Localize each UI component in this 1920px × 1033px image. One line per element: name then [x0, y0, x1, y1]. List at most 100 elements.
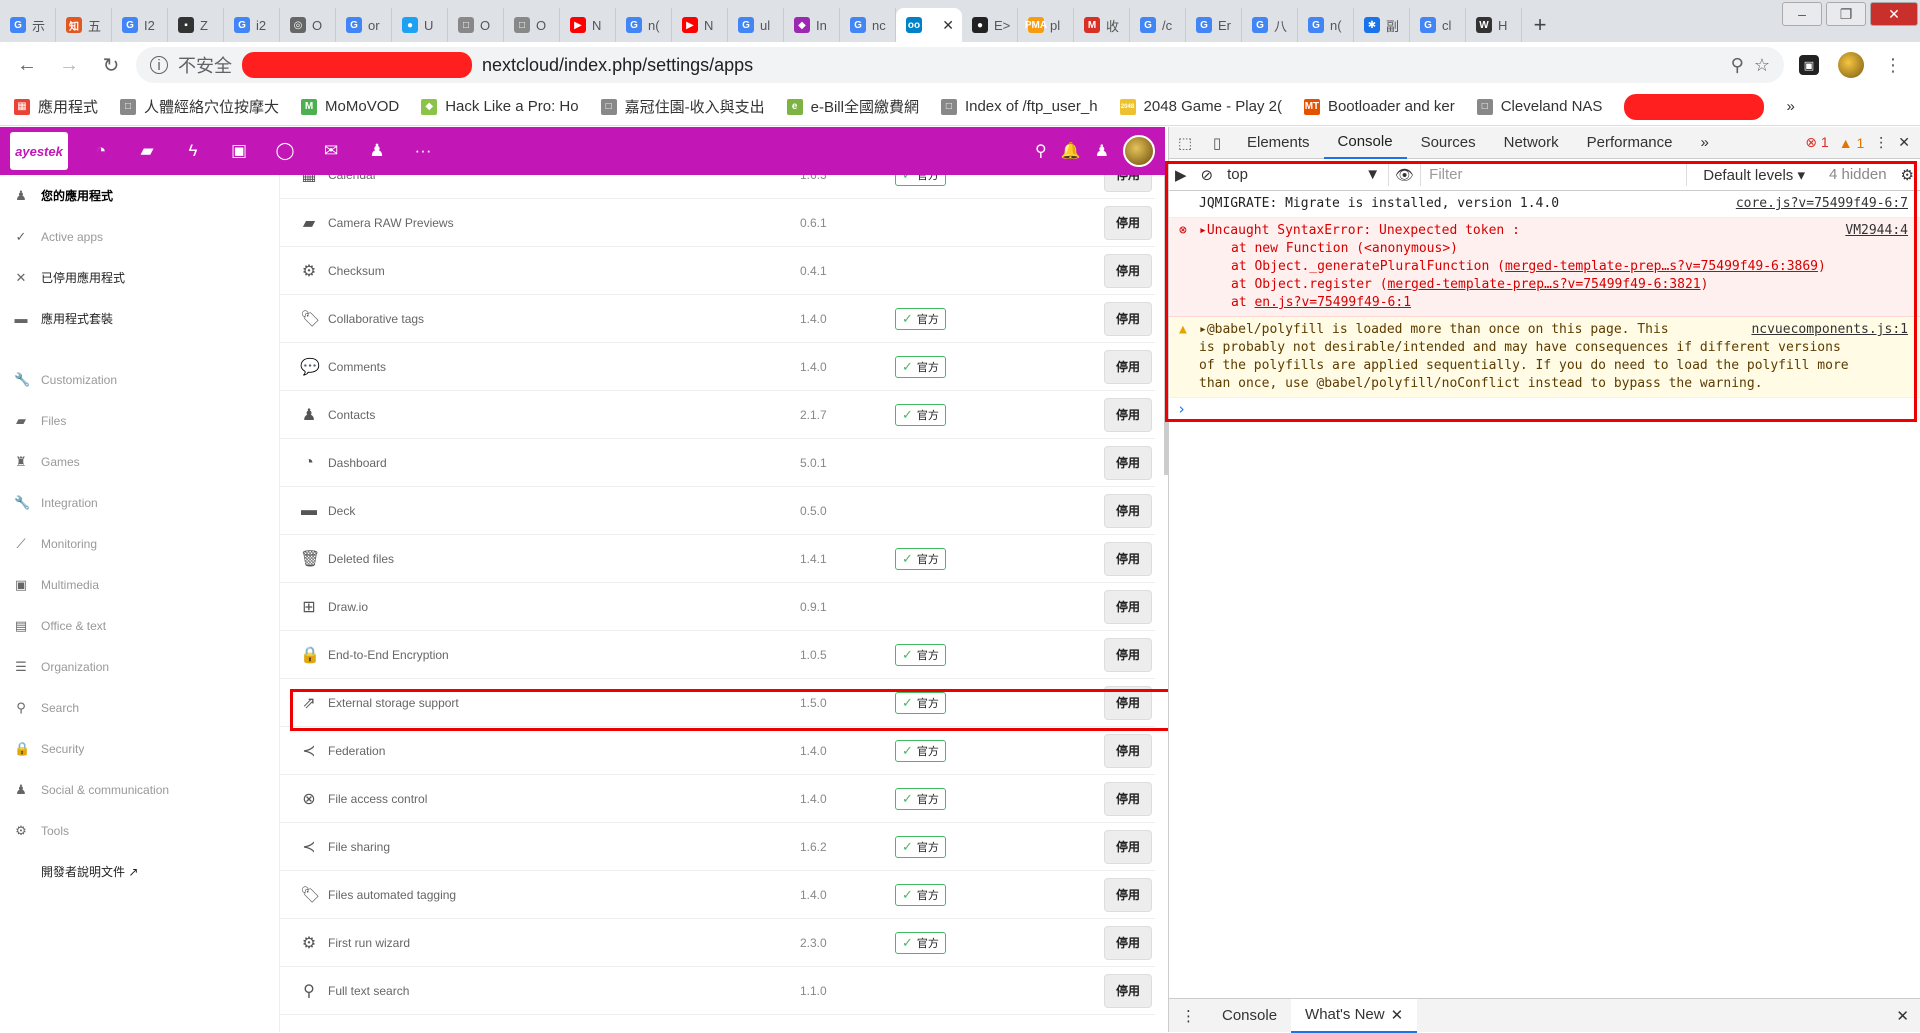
reload-button[interactable]: ↻	[94, 48, 128, 82]
bookmark-item[interactable]: □ Index of /ftp_user_h	[940, 98, 1098, 115]
browser-tab[interactable]: Gul	[728, 8, 784, 42]
tab-console[interactable]: Console	[1323, 127, 1407, 159]
browser-tab[interactable]: G I2	[112, 8, 168, 42]
browser-tab[interactable]: G/c	[1130, 8, 1186, 42]
tab-sources[interactable]: Sources	[1407, 127, 1490, 159]
browser-tab[interactable]: ◆ In	[784, 8, 840, 42]
browser-tab[interactable]: 知五	[56, 8, 112, 42]
browser-tab[interactable]: Gcl	[1410, 8, 1466, 42]
disable-button[interactable]: 停用	[1104, 493, 1152, 528]
bookmark-item[interactable]: 2048 2048 Game - Play 2(	[1119, 98, 1282, 115]
bookmark-item[interactable]: M MoMoVOD	[301, 98, 399, 115]
disable-button[interactable]: 停用	[1104, 175, 1152, 192]
disable-button[interactable]: 停用	[1104, 589, 1152, 624]
browser-tab[interactable]: M收	[1074, 8, 1130, 42]
address-bar[interactable]: i 不安全 nextcloud/index.php/settings/apps …	[136, 47, 1784, 83]
files-icon[interactable]: ▰	[124, 127, 170, 175]
sidebar-item[interactable]: ▤ Office & text	[0, 605, 279, 646]
info-icon[interactable]: i	[150, 56, 168, 74]
app-name[interactable]: Checksum	[328, 264, 385, 278]
contacts-menu-icon[interactable]: ♟	[1095, 141, 1109, 161]
device-toggle-icon[interactable]: ▯	[1201, 127, 1233, 159]
console-settings-icon[interactable]: ⚙	[1901, 166, 1920, 184]
browser-tab[interactable]: Gi2	[224, 8, 280, 42]
stack-frame-link[interactable]: merged-template-prep…s?v=75499f49-6:3821	[1388, 277, 1701, 292]
bookmark-item[interactable]: □ Cleveland NAS	[1476, 98, 1602, 115]
disable-button[interactable]: 停用	[1104, 349, 1152, 384]
browser-tab[interactable]: Gor	[336, 8, 392, 42]
app-name[interactable]: Calendar	[328, 175, 377, 182]
browser-tab[interactable]: ◎ O	[280, 8, 336, 42]
disable-button[interactable]: 停用	[1104, 541, 1152, 576]
sidebar-item[interactable]: 🔧 Integration	[0, 482, 279, 523]
browser-tab[interactable]: ▪ Z	[168, 8, 224, 42]
disable-button[interactable]: 停用	[1104, 925, 1152, 960]
minimize-button[interactable]: –	[1782, 2, 1822, 26]
sidebar-item[interactable]: ♟ Social & communication	[0, 769, 279, 810]
sidebar-item[interactable]: ⚲ Search	[0, 687, 279, 728]
profile-avatar[interactable]	[1834, 48, 1868, 82]
devtools-menu-icon[interactable]: ⋮	[1874, 134, 1888, 151]
expand-triangle-icon[interactable]: ▸	[1199, 223, 1207, 238]
disable-button[interactable]: 停用	[1104, 205, 1152, 240]
browser-tab[interactable]: PMA pl	[1018, 8, 1074, 42]
contacts-icon[interactable]: ♟	[354, 127, 400, 175]
app-name[interactable]: First run wizard	[328, 936, 410, 950]
browser-tab[interactable]: Gnc	[840, 8, 896, 42]
sidebar-item[interactable]: 🔒 Security	[0, 728, 279, 769]
error-count-badge[interactable]: ⊗ 1	[1805, 134, 1828, 151]
bookmark-item[interactable]: MT Bootloader and ker	[1303, 98, 1455, 115]
app-name[interactable]: Deleted files	[328, 552, 394, 566]
warning-source-link[interactable]: ncvuecomponents.js:1	[1751, 321, 1908, 339]
sidebar-item[interactable]: ▬ 應用程式套裝	[0, 298, 279, 339]
app-name[interactable]: Federation	[328, 744, 385, 758]
message-source-link[interactable]: core.js?v=75499f49-6:7	[1736, 195, 1908, 213]
disable-button[interactable]: 停用	[1104, 445, 1152, 480]
browser-tab[interactable]: ● U	[392, 8, 448, 42]
app-name[interactable]: End-to-End Encryption	[328, 648, 449, 662]
disable-button[interactable]: 停用	[1104, 301, 1152, 336]
tab-network[interactable]: Network	[1490, 127, 1573, 159]
menu-icon[interactable]: ⋮	[1876, 48, 1910, 82]
disable-button[interactable]: 停用	[1104, 637, 1152, 672]
bookmark-item[interactable]: □ 人體經絡穴位按摩大	[120, 96, 279, 117]
console-prompt[interactable]: ›	[1169, 398, 1920, 420]
dashboard-icon[interactable]: ◔	[78, 127, 124, 175]
bookmark-item[interactable]: ▦ 應用程式	[14, 96, 98, 117]
inspect-icon[interactable]: ⬚	[1169, 127, 1201, 159]
app-name[interactable]: Full text search	[328, 984, 409, 998]
sidebar-item[interactable]: 🔧 Customization	[0, 359, 279, 400]
disable-button[interactable]: 停用	[1104, 829, 1152, 864]
mail-icon[interactable]: ✉	[308, 127, 354, 175]
log-levels-select[interactable]: Default levels ▾	[1693, 166, 1815, 184]
app-name[interactable]: Files automated tagging	[328, 888, 456, 902]
browser-tab[interactable]: oo ✕	[896, 8, 962, 42]
sidebar-item[interactable]: ▰ Files	[0, 400, 279, 441]
close-window-button[interactable]: ✕	[1870, 2, 1918, 26]
restore-button[interactable]: ❐	[1826, 2, 1866, 26]
bookmark-item[interactable]: e e-Bill全國繳費網	[786, 96, 919, 117]
close-drawer-icon[interactable]: ✕	[1896, 1007, 1920, 1025]
browser-tab[interactable]: ▶ N	[560, 8, 616, 42]
tab-elements[interactable]: Elements	[1233, 127, 1324, 159]
drawer-tab-console[interactable]: Console	[1208, 999, 1291, 1033]
sidebar-toggle-icon[interactable]: ▶	[1175, 166, 1187, 184]
sidebar-item[interactable]: ✓ Active apps	[0, 216, 279, 257]
more-tabs-button[interactable]: »	[1687, 127, 1723, 159]
browser-tab[interactable]: G示	[0, 8, 56, 42]
app-name[interactable]: File access control	[328, 792, 427, 806]
close-devtools-icon[interactable]: ✕	[1898, 134, 1910, 151]
app-name[interactable]: Contacts	[328, 408, 375, 422]
disable-button[interactable]: 停用	[1104, 397, 1152, 432]
browser-tab[interactable]: ✱ 副	[1354, 8, 1410, 42]
disable-button[interactable]: 停用	[1104, 973, 1152, 1008]
browser-tab[interactable]: G Er	[1186, 8, 1242, 42]
sidebar-item[interactable]: ✕ 已停用應用程式	[0, 257, 279, 298]
sidebar-item[interactable]: ☰ Organization	[0, 646, 279, 687]
sidebar-item[interactable]: ⚙ Tools	[0, 810, 279, 851]
close-icon[interactable]: ✕	[942, 17, 954, 34]
sidebar-item[interactable]: 開發者說明文件 ↗	[0, 851, 279, 892]
new-tab-button[interactable]: +	[1522, 8, 1558, 42]
disable-button[interactable]: 停用	[1104, 685, 1152, 720]
talk-icon[interactable]: ◯	[262, 127, 308, 175]
